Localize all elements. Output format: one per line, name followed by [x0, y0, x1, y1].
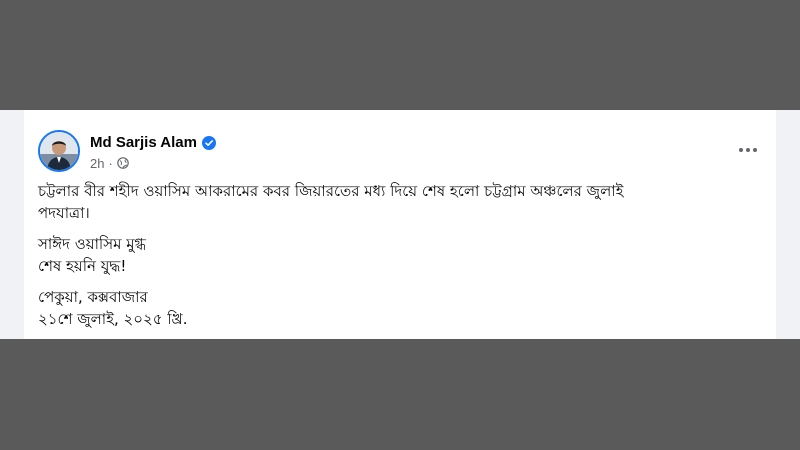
post-meta-row: 2h ·	[90, 155, 129, 171]
bottom-dark-band	[0, 339, 800, 450]
author-name-row: Md Sarjis Alam	[90, 132, 216, 152]
facebook-post-card: Md Sarjis Alam 2h · চট্টলার বীর শহীদ ওয়…	[0, 110, 800, 339]
post-paragraph-1: চট্টলার বীর শহীদ ওয়াসিম আকরামের কবর জিয…	[38, 180, 766, 224]
post-line: সাঈদ ওয়াসিম মুগ্ধ	[38, 235, 146, 253]
post-line: পেকুয়া, কক্সবাজার	[38, 288, 148, 306]
avatar[interactable]	[38, 130, 80, 172]
meta-separator: ·	[108, 155, 113, 171]
post-line: পদযাত্রা।	[38, 204, 90, 222]
post-line: শেষ হয়নি যুদ্ধ!	[38, 257, 127, 275]
post-paragraph-3: পেকুয়া, কক্সবাজার ২১শে জুলাই, ২০২৫ খ্রি…	[38, 286, 766, 330]
top-dark-band	[0, 0, 800, 110]
post-header: Md Sarjis Alam 2h ·	[38, 130, 766, 176]
post-line: ২১শে জুলাই, ২০২৫ খ্রি.	[38, 310, 188, 328]
profile-photo-icon	[40, 132, 78, 170]
post-text-body: চট্টলার বীর শহীদ ওয়াসিম আকরামের কবর জিয…	[38, 180, 766, 339]
post-timestamp-link[interactable]: 2h	[90, 156, 104, 171]
author-name-link[interactable]: Md Sarjis Alam	[90, 134, 197, 151]
verified-badge-icon	[201, 135, 216, 150]
more-horizontal-icon	[739, 148, 757, 152]
post-line: চট্টলার বীর শহীদ ওয়াসিম আকরামের কবর জিয…	[38, 182, 624, 200]
post-paragraph-2: সাঈদ ওয়াসিম মুগ্ধ শেষ হয়নি যুদ্ধ!	[38, 233, 766, 277]
more-options-button[interactable]	[730, 136, 766, 164]
globe-icon[interactable]	[117, 157, 129, 169]
